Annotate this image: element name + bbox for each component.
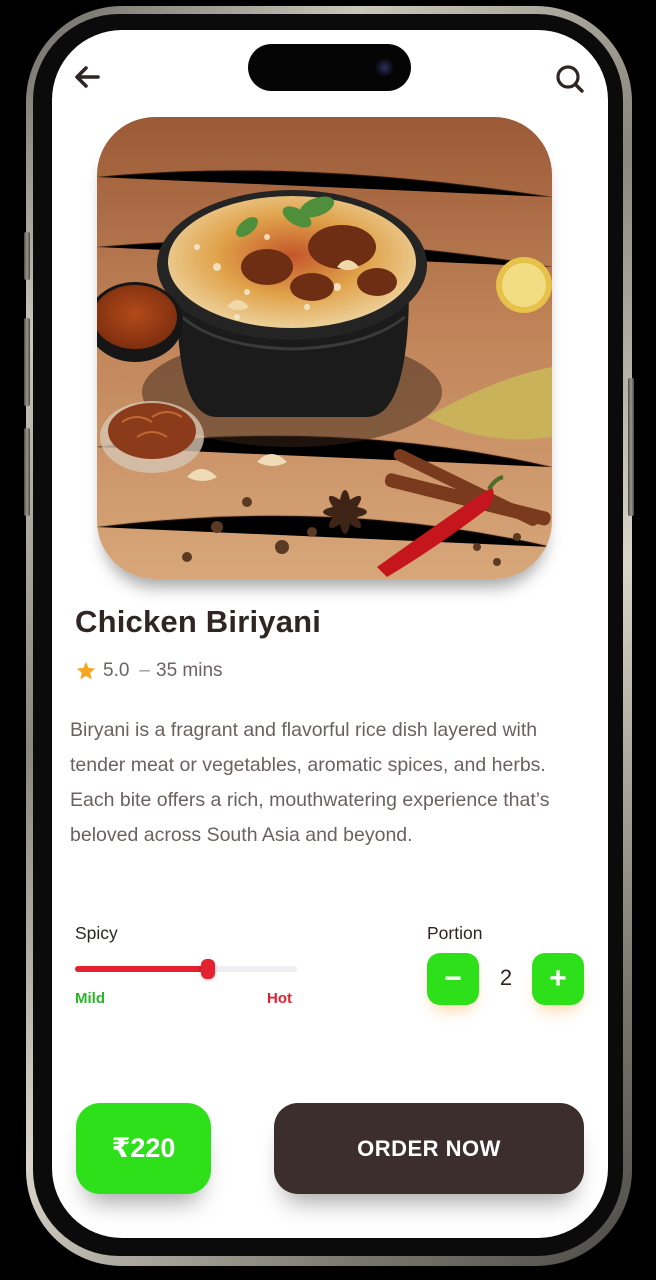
dish-description: Biryani is a fragrant and flavorful rice… xyxy=(70,719,550,846)
biryani-photo xyxy=(97,117,552,579)
camera-icon xyxy=(376,59,393,76)
plus-icon: + xyxy=(549,962,567,995)
app-screen: Chicken Biriyani 5.0 – 35 mins Biryani i… xyxy=(52,30,608,1238)
spicy-slider[interactable] xyxy=(75,958,297,980)
rating-value: 5.0 xyxy=(103,660,130,681)
minus-icon: − xyxy=(444,962,462,995)
star-icon xyxy=(76,661,96,680)
action-button xyxy=(24,232,30,280)
decrease-portion-button[interactable]: − xyxy=(427,953,479,1005)
cook-time: 35 mins xyxy=(156,660,223,681)
price-button[interactable]: ₹220 xyxy=(76,1103,211,1194)
search-button[interactable] xyxy=(554,63,586,95)
power-button xyxy=(628,378,634,516)
spicy-label: Spicy xyxy=(75,923,118,943)
portion-quantity: 2 xyxy=(499,965,513,990)
increase-portion-button[interactable]: + xyxy=(532,953,584,1005)
volume-up-button xyxy=(24,318,30,406)
dish-meta: 5.0 – 35 mins xyxy=(75,659,223,683)
portion-label: Portion xyxy=(427,923,483,943)
slider-thumb[interactable] xyxy=(201,959,215,979)
dynamic-island xyxy=(248,44,411,91)
meta-separator: – xyxy=(139,660,150,681)
dish-title: Chicken Biriyani xyxy=(75,604,322,639)
arrow-left-icon xyxy=(75,66,100,88)
dish-image xyxy=(97,117,552,579)
search-icon xyxy=(556,65,584,93)
spicy-max-label: Hot xyxy=(267,990,292,1007)
order-now-button[interactable]: ORDER NOW xyxy=(274,1103,584,1194)
spicy-min-label: Mild xyxy=(75,990,105,1007)
volume-down-button xyxy=(24,428,30,516)
back-button[interactable] xyxy=(72,62,102,92)
slider-fill xyxy=(75,966,208,972)
